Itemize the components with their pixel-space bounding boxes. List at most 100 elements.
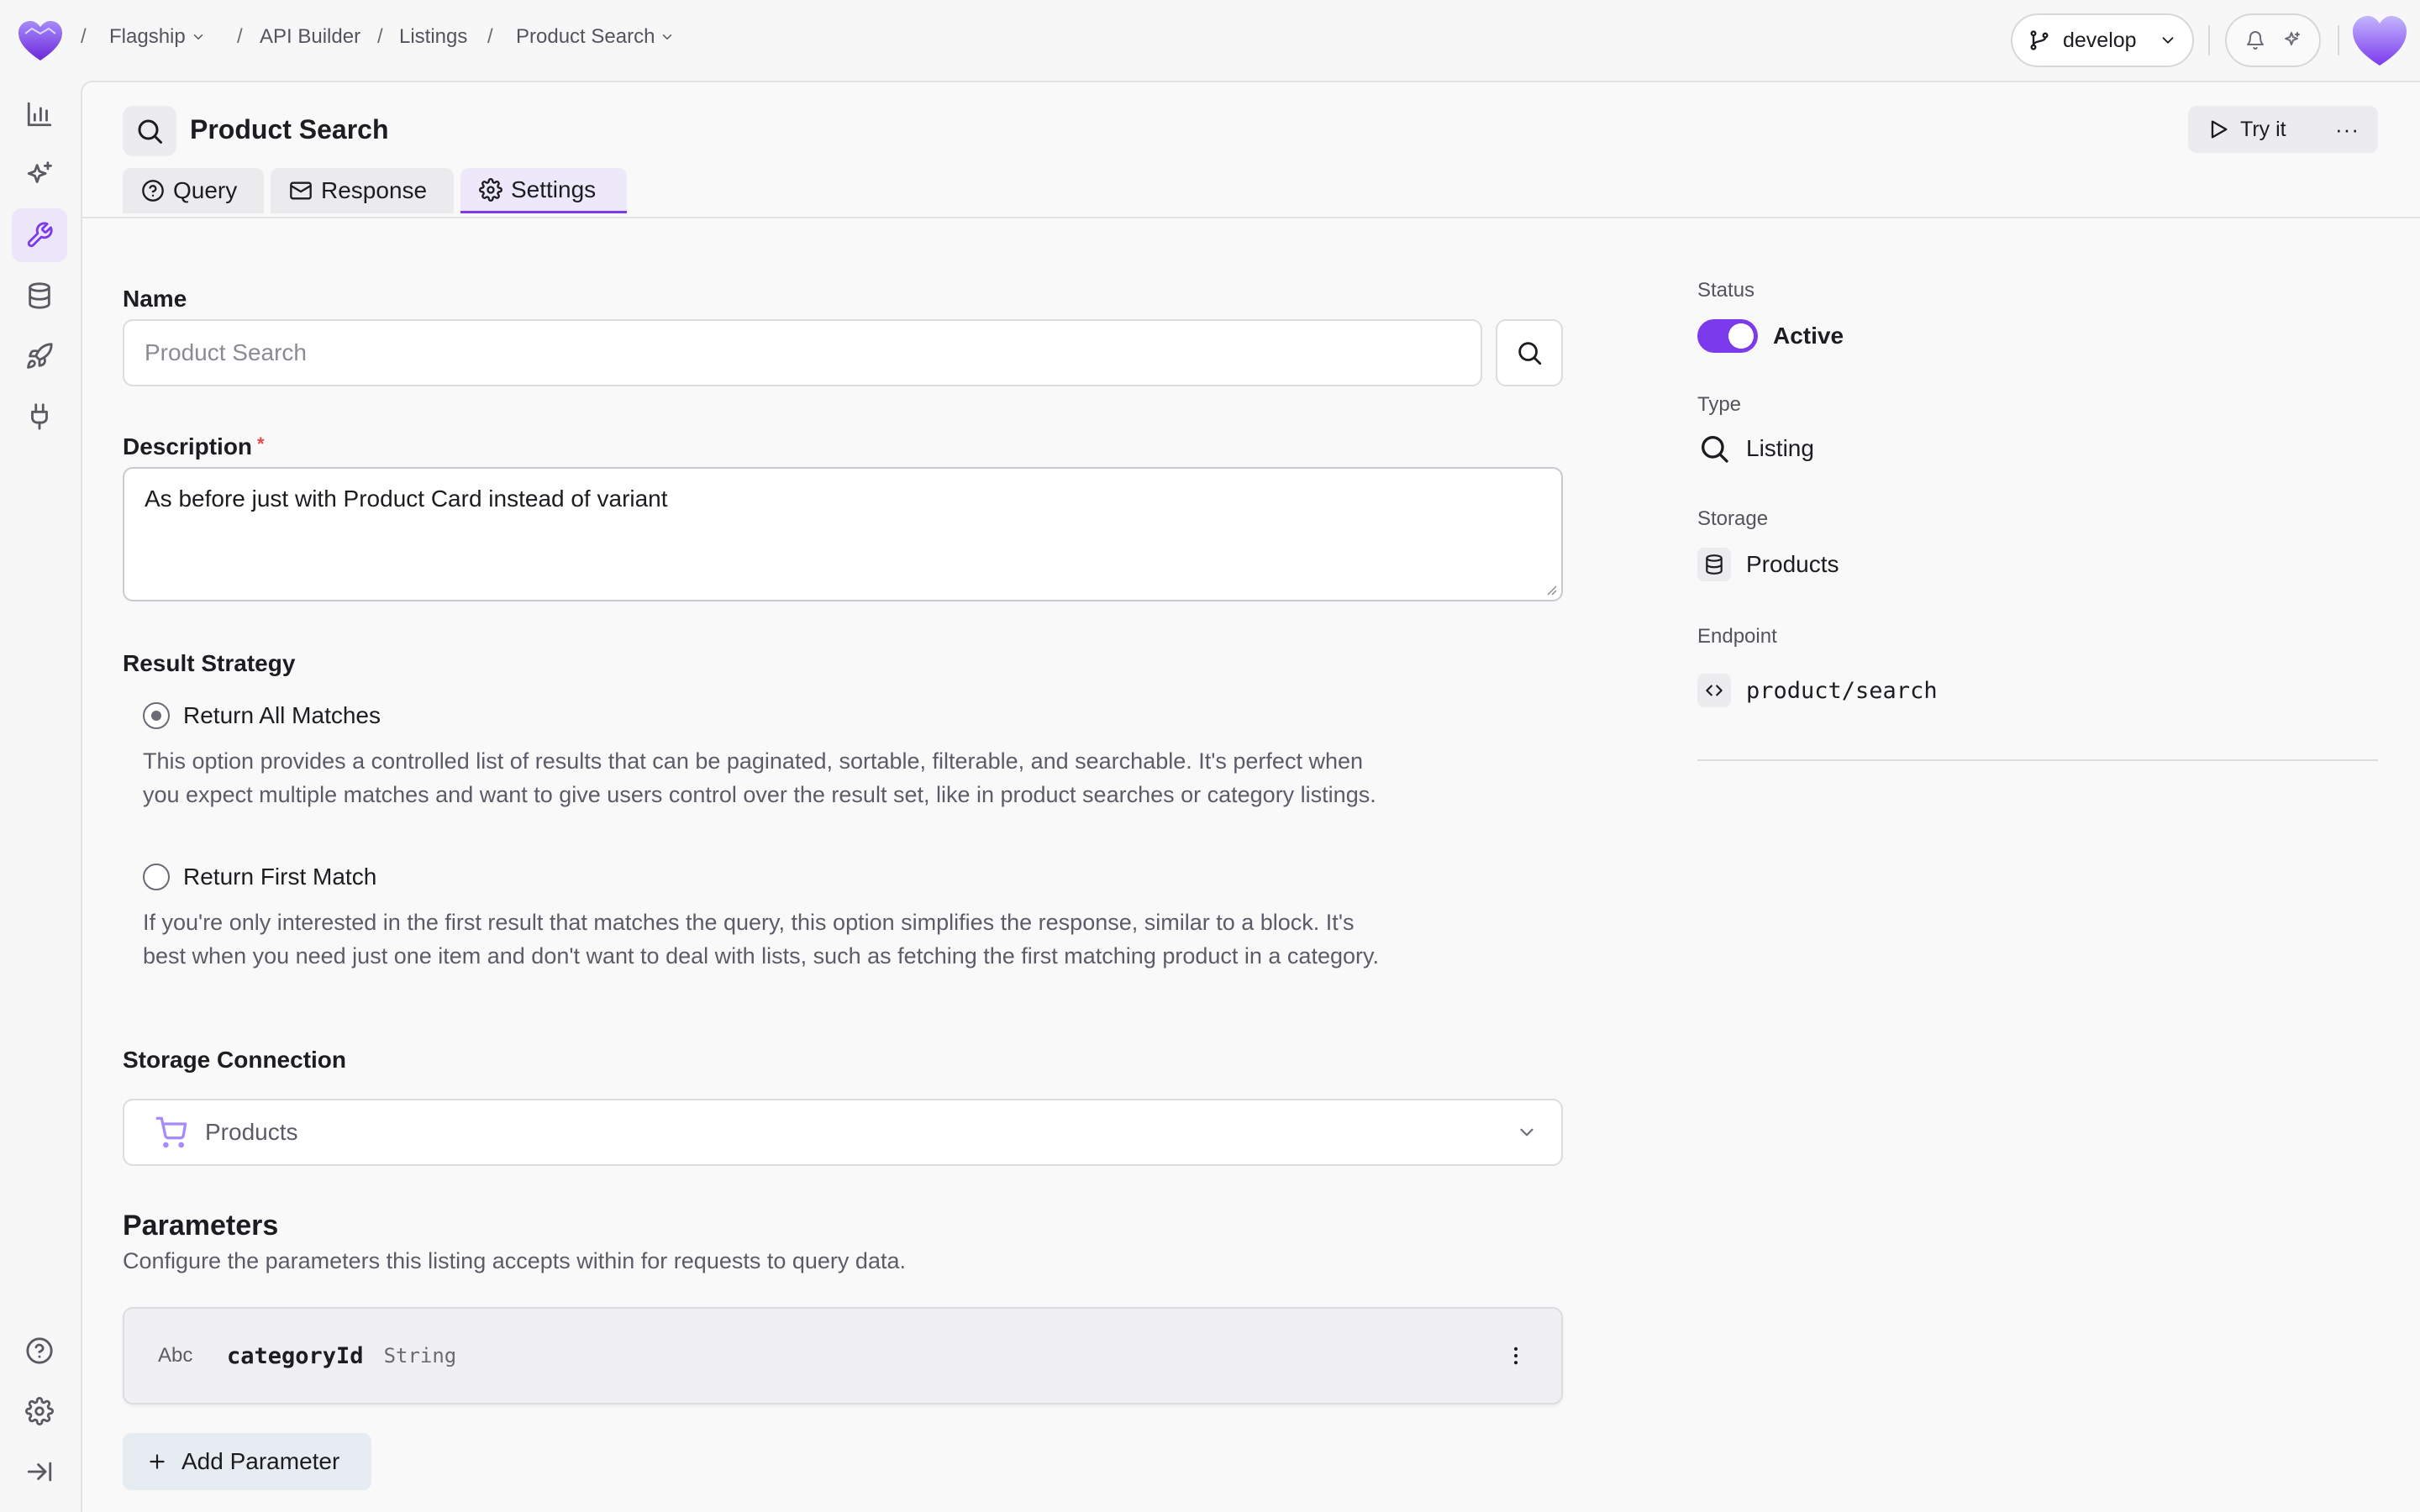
- breadcrumb-separator: /: [81, 25, 87, 48]
- option-return-all-description: This option provides a controlled list o…: [143, 748, 1376, 807]
- option-return-all-label[interactable]: Return All Matches: [183, 702, 381, 729]
- bar-chart-icon: [27, 102, 52, 127]
- storage-label: Storage: [1697, 507, 1769, 530]
- endpoint-badge: [1697, 674, 1731, 707]
- details-divider: [1697, 759, 2378, 761]
- option-return-first-description: If you're only interested in the first r…: [143, 910, 1379, 969]
- add-parameter-button[interactable]: Add Parameter: [123, 1433, 371, 1490]
- breadcrumb-project[interactable]: Flagship: [109, 25, 206, 49]
- tab-settings-label: Settings: [511, 176, 597, 202]
- tab-response[interactable]: Response: [271, 168, 454, 213]
- parameters-title: Parameters: [123, 1210, 279, 1242]
- header-divider: [81, 217, 2420, 218]
- endpoint-label: Endpoint: [1697, 625, 1777, 648]
- database-icon: [29, 282, 50, 309]
- breadcrumb-section[interactable]: API Builder: [260, 25, 360, 49]
- storage-connection-label: Storage Connection: [123, 1047, 347, 1073]
- top-bar: / Flagship / API Builder / Listings / Pr…: [0, 0, 2420, 81]
- breadcrumb-group-label: Listings: [399, 25, 468, 48]
- chevron-down-icon: [2162, 37, 2174, 44]
- tab-query-label: Query: [173, 177, 238, 203]
- status-toggle[interactable]: [1697, 319, 1758, 353]
- name-input-placeholder: Product Search: [145, 339, 307, 365]
- required-marker: *: [257, 433, 265, 454]
- page-title: Product Search: [190, 114, 389, 144]
- database-icon: [1706, 554, 1723, 575]
- chevron-down-icon: [193, 34, 203, 39]
- description-textarea[interactable]: As before just with Product Card instead…: [123, 467, 1563, 601]
- description-label-text: Description: [123, 433, 253, 459]
- name-search-button[interactable]: [1496, 319, 1563, 386]
- sidebar-item-ai[interactable]: [12, 148, 67, 202]
- gear-icon: [479, 177, 502, 202]
- wrench-icon: [27, 222, 53, 248]
- parameter-type-badge: Abc: [158, 1344, 193, 1367]
- option-return-first-label[interactable]: Return First Match: [183, 864, 376, 890]
- result-strategy-label: Result Strategy: [123, 650, 296, 676]
- radio-return-first-match[interactable]: [143, 864, 170, 890]
- try-it-button[interactable]: Try it: [2240, 118, 2286, 142]
- breadcrumb-section-label: API Builder: [260, 25, 361, 48]
- help-icon: [26, 1337, 53, 1364]
- sidebar-collapse-button[interactable]: [12, 1445, 67, 1499]
- code-icon: [1706, 685, 1723, 696]
- breadcrumb-separator: /: [237, 25, 243, 48]
- more-options-button[interactable]: ···: [2335, 117, 2360, 143]
- branch-label: develop: [2063, 28, 2137, 52]
- breadcrumb-project-label: Flagship: [109, 25, 186, 48]
- name-input[interactable]: Product Search: [123, 319, 1482, 386]
- tab-settings[interactable]: Settings: [460, 168, 627, 213]
- bell-icon[interactable]: [2245, 30, 2265, 50]
- storage-connection-value: Products: [205, 1119, 298, 1145]
- parameters-subtitle: Configure the parameters this listing ac…: [123, 1248, 906, 1273]
- play-icon[interactable]: [2207, 118, 2230, 141]
- plug-icon: [31, 403, 48, 430]
- endpoint-row: product/search: [1697, 674, 1938, 707]
- sidebar-item-help[interactable]: [12, 1324, 67, 1378]
- breadcrumb-group[interactable]: Listings: [399, 25, 467, 49]
- storage-row: Products: [1697, 548, 1839, 581]
- sparkles-icon: [27, 161, 52, 183]
- sidebar-item-settings[interactable]: [12, 1384, 67, 1438]
- divider: [2338, 25, 2339, 55]
- tab-response-label: Response: [321, 177, 428, 203]
- app-logo-icon[interactable]: [17, 18, 64, 62]
- storage-connection-select[interactable]: Products: [123, 1099, 1563, 1166]
- sparkles-icon[interactable]: [2281, 30, 2302, 50]
- breadcrumb-separator: /: [487, 25, 493, 48]
- question-circle-icon: [142, 180, 164, 202]
- description-value: As before just with Product Card instead…: [145, 486, 668, 512]
- sidebar-item-api-builder[interactable]: [12, 208, 67, 262]
- avatar[interactable]: [2351, 13, 2408, 67]
- try-it-group: Try it ···: [2188, 106, 2378, 153]
- branch-selector[interactable]: develop: [2011, 13, 2194, 67]
- shopping-cart-icon: [155, 1116, 187, 1148]
- sidebar-item-storage[interactable]: [12, 269, 67, 323]
- status-value: Active: [1773, 323, 1844, 349]
- radio-return-all-matches[interactable]: [143, 702, 170, 729]
- sidebar-item-analytics[interactable]: [12, 87, 67, 141]
- listing-type-badge: [123, 106, 176, 156]
- gear-icon: [25, 1397, 54, 1425]
- endpoint-value[interactable]: product/search: [1746, 678, 1938, 704]
- type-row: Listing: [1697, 432, 1814, 465]
- envelope-icon: [290, 181, 312, 200]
- breadcrumb-item-label: Product Search: [516, 25, 655, 48]
- chevron-down-icon: [663, 34, 672, 39]
- sidebar-item-integrations[interactable]: [12, 390, 67, 444]
- type-label: Type: [1697, 393, 1742, 416]
- breadcrumb-item[interactable]: Product Search: [516, 25, 675, 49]
- sidebar-item-deploy[interactable]: [12, 329, 67, 383]
- parameter-type: String: [383, 1344, 457, 1368]
- parameter-row[interactable]: Abc categoryId String: [123, 1307, 1563, 1404]
- chevron-down-icon: [1520, 1128, 1534, 1137]
- add-parameter-label: Add Parameter: [182, 1448, 340, 1474]
- parameter-name: categoryId: [227, 1342, 364, 1369]
- tab-query[interactable]: Query: [123, 168, 264, 213]
- divider: [2208, 25, 2210, 55]
- kebab-menu-icon[interactable]: [1504, 1344, 1528, 1368]
- search-icon: [1702, 436, 1728, 463]
- search-icon: [1518, 342, 1542, 365]
- header-actions: [2225, 13, 2321, 67]
- resize-grip-icon[interactable]: [1544, 583, 1558, 596]
